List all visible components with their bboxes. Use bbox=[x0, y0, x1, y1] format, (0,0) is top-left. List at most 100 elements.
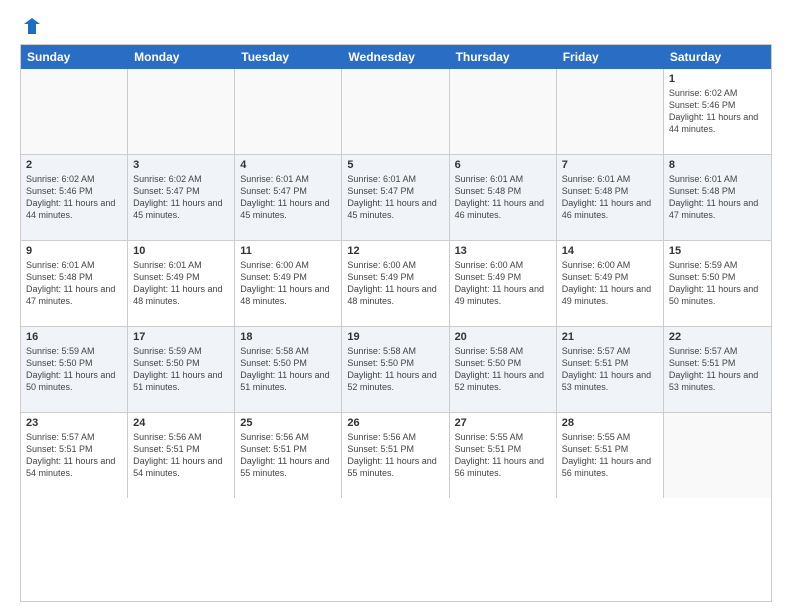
day-info: Sunrise: 6:01 AM Sunset: 5:48 PM Dayligh… bbox=[26, 259, 122, 308]
logo bbox=[20, 16, 42, 36]
day-number: 22 bbox=[669, 331, 766, 343]
cal-cell: 16 Sunrise: 5:59 AM Sunset: 5:50 PM Dayli… bbox=[21, 327, 128, 412]
cal-cell bbox=[342, 69, 449, 154]
day-info: Sunrise: 5:57 AM Sunset: 5:51 PM Dayligh… bbox=[26, 431, 122, 480]
logo-flag-icon bbox=[22, 16, 42, 36]
cal-cell bbox=[21, 69, 128, 154]
cal-header-cell: Friday bbox=[557, 45, 664, 69]
day-info: Sunrise: 5:56 AM Sunset: 5:51 PM Dayligh… bbox=[133, 431, 229, 480]
day-number: 15 bbox=[669, 245, 766, 257]
day-number: 26 bbox=[347, 417, 443, 429]
day-info: Sunrise: 6:00 AM Sunset: 5:49 PM Dayligh… bbox=[455, 259, 551, 308]
day-info: Sunrise: 6:02 AM Sunset: 5:47 PM Dayligh… bbox=[133, 173, 229, 222]
cal-cell: 12 Sunrise: 6:00 AM Sunset: 5:49 PM Dayli… bbox=[342, 241, 449, 326]
calendar-header: SundayMondayTuesdayWednesdayThursdayFrid… bbox=[21, 45, 771, 69]
day-info: Sunrise: 6:02 AM Sunset: 5:46 PM Dayligh… bbox=[26, 173, 122, 222]
cal-cell: 3Sunrise: 6:02 AM Sunset: 5:47 PM Daylig… bbox=[128, 155, 235, 240]
day-number: 23 bbox=[26, 417, 122, 429]
day-number: 20 bbox=[455, 331, 551, 343]
cal-cell: 18Sunrise: 5:58 AM Sunset: 5:50 PM Dayli… bbox=[235, 327, 342, 412]
day-number: 28 bbox=[562, 417, 658, 429]
day-info: Sunrise: 6:01 AM Sunset: 5:47 PM Dayligh… bbox=[347, 173, 443, 222]
day-number: 8 bbox=[669, 159, 766, 171]
cal-header-cell: Tuesday bbox=[235, 45, 342, 69]
cal-header-cell: Wednesday bbox=[342, 45, 449, 69]
day-number: 6 bbox=[455, 159, 551, 171]
cal-cell: 24 Sunrise: 5:56 AM Sunset: 5:51 PM Dayli… bbox=[128, 413, 235, 498]
day-info: Sunrise: 5:59 AM Sunset: 5:50 PM Dayligh… bbox=[26, 345, 122, 394]
cal-cell: 20 Sunrise: 5:58 AM Sunset: 5:50 PM Dayli… bbox=[450, 327, 557, 412]
day-info: Sunrise: 5:56 AM Sunset: 5:51 PM Dayligh… bbox=[240, 431, 336, 480]
day-number: 9 bbox=[26, 245, 122, 257]
cal-cell: 6 Sunrise: 6:01 AM Sunset: 5:48 PM Daylig… bbox=[450, 155, 557, 240]
cal-row: 23 Sunrise: 5:57 AM Sunset: 5:51 PM Dayli… bbox=[21, 413, 771, 498]
day-info: Sunrise: 5:55 AM Sunset: 5:51 PM Dayligh… bbox=[562, 431, 658, 480]
day-info: Sunrise: 5:58 AM Sunset: 5:50 PM Dayligh… bbox=[347, 345, 443, 394]
cal-header-cell: Monday bbox=[128, 45, 235, 69]
day-number: 13 bbox=[455, 245, 551, 257]
day-info: Sunrise: 6:00 AM Sunset: 5:49 PM Dayligh… bbox=[240, 259, 336, 308]
cal-cell: 17Sunrise: 5:59 AM Sunset: 5:50 PM Dayli… bbox=[128, 327, 235, 412]
day-info: Sunrise: 5:57 AM Sunset: 5:51 PM Dayligh… bbox=[562, 345, 658, 394]
day-number: 11 bbox=[240, 245, 336, 257]
day-info: Sunrise: 6:01 AM Sunset: 5:48 PM Dayligh… bbox=[562, 173, 658, 222]
cal-cell: 26 Sunrise: 5:56 AM Sunset: 5:51 PM Dayli… bbox=[342, 413, 449, 498]
day-info: Sunrise: 5:59 AM Sunset: 5:50 PM Dayligh… bbox=[669, 259, 766, 308]
cal-cell: 10 Sunrise: 6:01 AM Sunset: 5:49 PM Dayli… bbox=[128, 241, 235, 326]
cal-cell: 21Sunrise: 5:57 AM Sunset: 5:51 PM Dayli… bbox=[557, 327, 664, 412]
cal-cell: 25 Sunrise: 5:56 AM Sunset: 5:51 PM Dayli… bbox=[235, 413, 342, 498]
cal-row: 16 Sunrise: 5:59 AM Sunset: 5:50 PM Dayli… bbox=[21, 327, 771, 413]
cal-cell: 28 Sunrise: 5:55 AM Sunset: 5:51 PM Dayli… bbox=[557, 413, 664, 498]
day-number: 1 bbox=[669, 73, 766, 85]
cal-cell: 11 Sunrise: 6:00 AM Sunset: 5:49 PM Dayli… bbox=[235, 241, 342, 326]
calendar-body: 1 Sunrise: 6:02 AM Sunset: 5:46 PM Daylig… bbox=[21, 69, 771, 498]
day-number: 14 bbox=[562, 245, 658, 257]
day-number: 25 bbox=[240, 417, 336, 429]
day-number: 19 bbox=[347, 331, 443, 343]
cal-header-cell: Saturday bbox=[664, 45, 771, 69]
cal-header-cell: Sunday bbox=[21, 45, 128, 69]
header bbox=[20, 16, 772, 36]
cal-header-cell: Thursday bbox=[450, 45, 557, 69]
cal-cell: 14 Sunrise: 6:00 AM Sunset: 5:49 PM Dayli… bbox=[557, 241, 664, 326]
cal-cell: 13 Sunrise: 6:00 AM Sunset: 5:49 PM Dayli… bbox=[450, 241, 557, 326]
cal-cell bbox=[235, 69, 342, 154]
calendar: SundayMondayTuesdayWednesdayThursdayFrid… bbox=[20, 44, 772, 602]
day-info: Sunrise: 5:57 AM Sunset: 5:51 PM Dayligh… bbox=[669, 345, 766, 394]
day-info: Sunrise: 6:01 AM Sunset: 5:49 PM Dayligh… bbox=[133, 259, 229, 308]
day-info: Sunrise: 5:56 AM Sunset: 5:51 PM Dayligh… bbox=[347, 431, 443, 480]
cal-cell: 7 Sunrise: 6:01 AM Sunset: 5:48 PM Daylig… bbox=[557, 155, 664, 240]
cal-cell: 23 Sunrise: 5:57 AM Sunset: 5:51 PM Dayli… bbox=[21, 413, 128, 498]
day-info: Sunrise: 6:00 AM Sunset: 5:49 PM Dayligh… bbox=[562, 259, 658, 308]
cal-cell: 15 Sunrise: 5:59 AM Sunset: 5:50 PM Dayli… bbox=[664, 241, 771, 326]
page: SundayMondayTuesdayWednesdayThursdayFrid… bbox=[0, 0, 792, 612]
cal-cell bbox=[128, 69, 235, 154]
day-info: Sunrise: 5:58 AM Sunset: 5:50 PM Dayligh… bbox=[455, 345, 551, 394]
day-number: 16 bbox=[26, 331, 122, 343]
cal-cell: 5 Sunrise: 6:01 AM Sunset: 5:47 PM Daylig… bbox=[342, 155, 449, 240]
day-number: 10 bbox=[133, 245, 229, 257]
cal-cell: 19 Sunrise: 5:58 AM Sunset: 5:50 PM Dayli… bbox=[342, 327, 449, 412]
day-number: 7 bbox=[562, 159, 658, 171]
cal-cell: 27Sunrise: 5:55 AM Sunset: 5:51 PM Dayli… bbox=[450, 413, 557, 498]
day-info: Sunrise: 5:58 AM Sunset: 5:50 PM Dayligh… bbox=[240, 345, 336, 394]
day-number: 17 bbox=[133, 331, 229, 343]
day-number: 12 bbox=[347, 245, 443, 257]
cal-cell: 1 Sunrise: 6:02 AM Sunset: 5:46 PM Daylig… bbox=[664, 69, 771, 154]
cal-row: 9 Sunrise: 6:01 AM Sunset: 5:48 PM Daylig… bbox=[21, 241, 771, 327]
day-info: Sunrise: 6:00 AM Sunset: 5:49 PM Dayligh… bbox=[347, 259, 443, 308]
cal-cell: 4 Sunrise: 6:01 AM Sunset: 5:47 PM Daylig… bbox=[235, 155, 342, 240]
day-number: 27 bbox=[455, 417, 551, 429]
cal-row: 2 Sunrise: 6:02 AM Sunset: 5:46 PM Daylig… bbox=[21, 155, 771, 241]
day-number: 24 bbox=[133, 417, 229, 429]
day-number: 4 bbox=[240, 159, 336, 171]
day-info: Sunrise: 6:01 AM Sunset: 5:48 PM Dayligh… bbox=[455, 173, 551, 222]
cal-cell bbox=[664, 413, 771, 498]
cal-cell bbox=[450, 69, 557, 154]
day-info: Sunrise: 6:01 AM Sunset: 5:48 PM Dayligh… bbox=[669, 173, 766, 222]
day-number: 5 bbox=[347, 159, 443, 171]
day-number: 2 bbox=[26, 159, 122, 171]
day-info: Sunrise: 6:02 AM Sunset: 5:46 PM Dayligh… bbox=[669, 87, 766, 136]
cal-row: 1 Sunrise: 6:02 AM Sunset: 5:46 PM Daylig… bbox=[21, 69, 771, 155]
day-info: Sunrise: 6:01 AM Sunset: 5:47 PM Dayligh… bbox=[240, 173, 336, 222]
